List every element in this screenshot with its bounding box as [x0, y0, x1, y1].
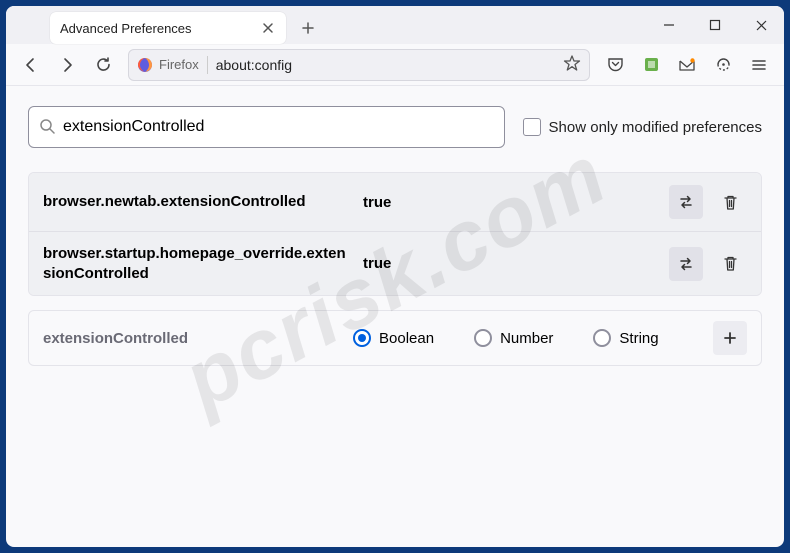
identity-label: Firefox [159, 57, 199, 72]
url-text: about:config [216, 57, 555, 73]
app-menu-button[interactable] [742, 48, 776, 82]
radio-label: String [619, 330, 658, 347]
extension-button[interactable] [634, 48, 668, 82]
pref-new-name: extensionControlled [43, 330, 353, 347]
window-close-button[interactable] [738, 6, 784, 44]
bookmark-star-icon[interactable] [563, 54, 581, 75]
show-modified-label: Show only modified preferences [549, 119, 762, 136]
toggle-button[interactable] [669, 185, 703, 219]
browser-tab[interactable]: Advanced Preferences [50, 12, 286, 44]
mail-button[interactable] [670, 48, 704, 82]
radio-label: Number [500, 330, 553, 347]
delete-button[interactable] [713, 185, 747, 219]
window-minimize-button[interactable] [646, 6, 692, 44]
about-config-content: Show only modified preferences browser.n… [6, 86, 784, 386]
titlebar: Advanced Preferences [6, 6, 784, 44]
pref-search-input[interactable] [63, 118, 494, 136]
pref-value: true [363, 194, 659, 211]
pref-value: true [363, 255, 659, 272]
tab-close-button[interactable] [260, 20, 276, 36]
pref-list: browser.newtab.extensionControlled true … [28, 172, 762, 296]
firefox-logo-icon [137, 57, 153, 73]
identity-separator [207, 56, 208, 74]
reload-button[interactable] [86, 48, 120, 82]
radio-label: Boolean [379, 330, 434, 347]
identity-box[interactable]: Firefox [137, 57, 199, 73]
radio-icon [353, 329, 371, 347]
radio-string[interactable]: String [593, 329, 658, 347]
new-tab-button[interactable] [292, 12, 324, 44]
pref-new-row: extensionControlled Boolean Number Strin… [28, 310, 762, 366]
radio-icon [474, 329, 492, 347]
pref-row[interactable]: browser.newtab.extensionControlled true [29, 173, 761, 231]
back-button[interactable] [14, 48, 48, 82]
pref-name: browser.startup.homepage_override.extens… [43, 244, 353, 283]
delete-button[interactable] [713, 247, 747, 281]
window-maximize-button[interactable] [692, 6, 738, 44]
tab-title: Advanced Preferences [60, 21, 252, 36]
pref-row[interactable]: browser.startup.homepage_override.extens… [29, 231, 761, 295]
add-pref-button[interactable] [713, 321, 747, 355]
show-modified-checkbox[interactable]: Show only modified preferences [523, 118, 762, 136]
toggle-button[interactable] [669, 247, 703, 281]
checkbox-icon [523, 118, 541, 136]
radio-icon [593, 329, 611, 347]
nav-toolbar: Firefox about:config [6, 44, 784, 86]
pref-search-box[interactable] [28, 106, 505, 148]
search-icon [39, 118, 55, 137]
radio-boolean[interactable]: Boolean [353, 329, 434, 347]
radio-number[interactable]: Number [474, 329, 553, 347]
pocket-button[interactable] [598, 48, 632, 82]
shield-button[interactable] [706, 48, 740, 82]
pref-name: browser.newtab.extensionControlled [43, 192, 353, 212]
url-bar[interactable]: Firefox about:config [128, 49, 590, 81]
forward-button[interactable] [50, 48, 84, 82]
pref-type-radiogroup: Boolean Number String [353, 329, 713, 347]
